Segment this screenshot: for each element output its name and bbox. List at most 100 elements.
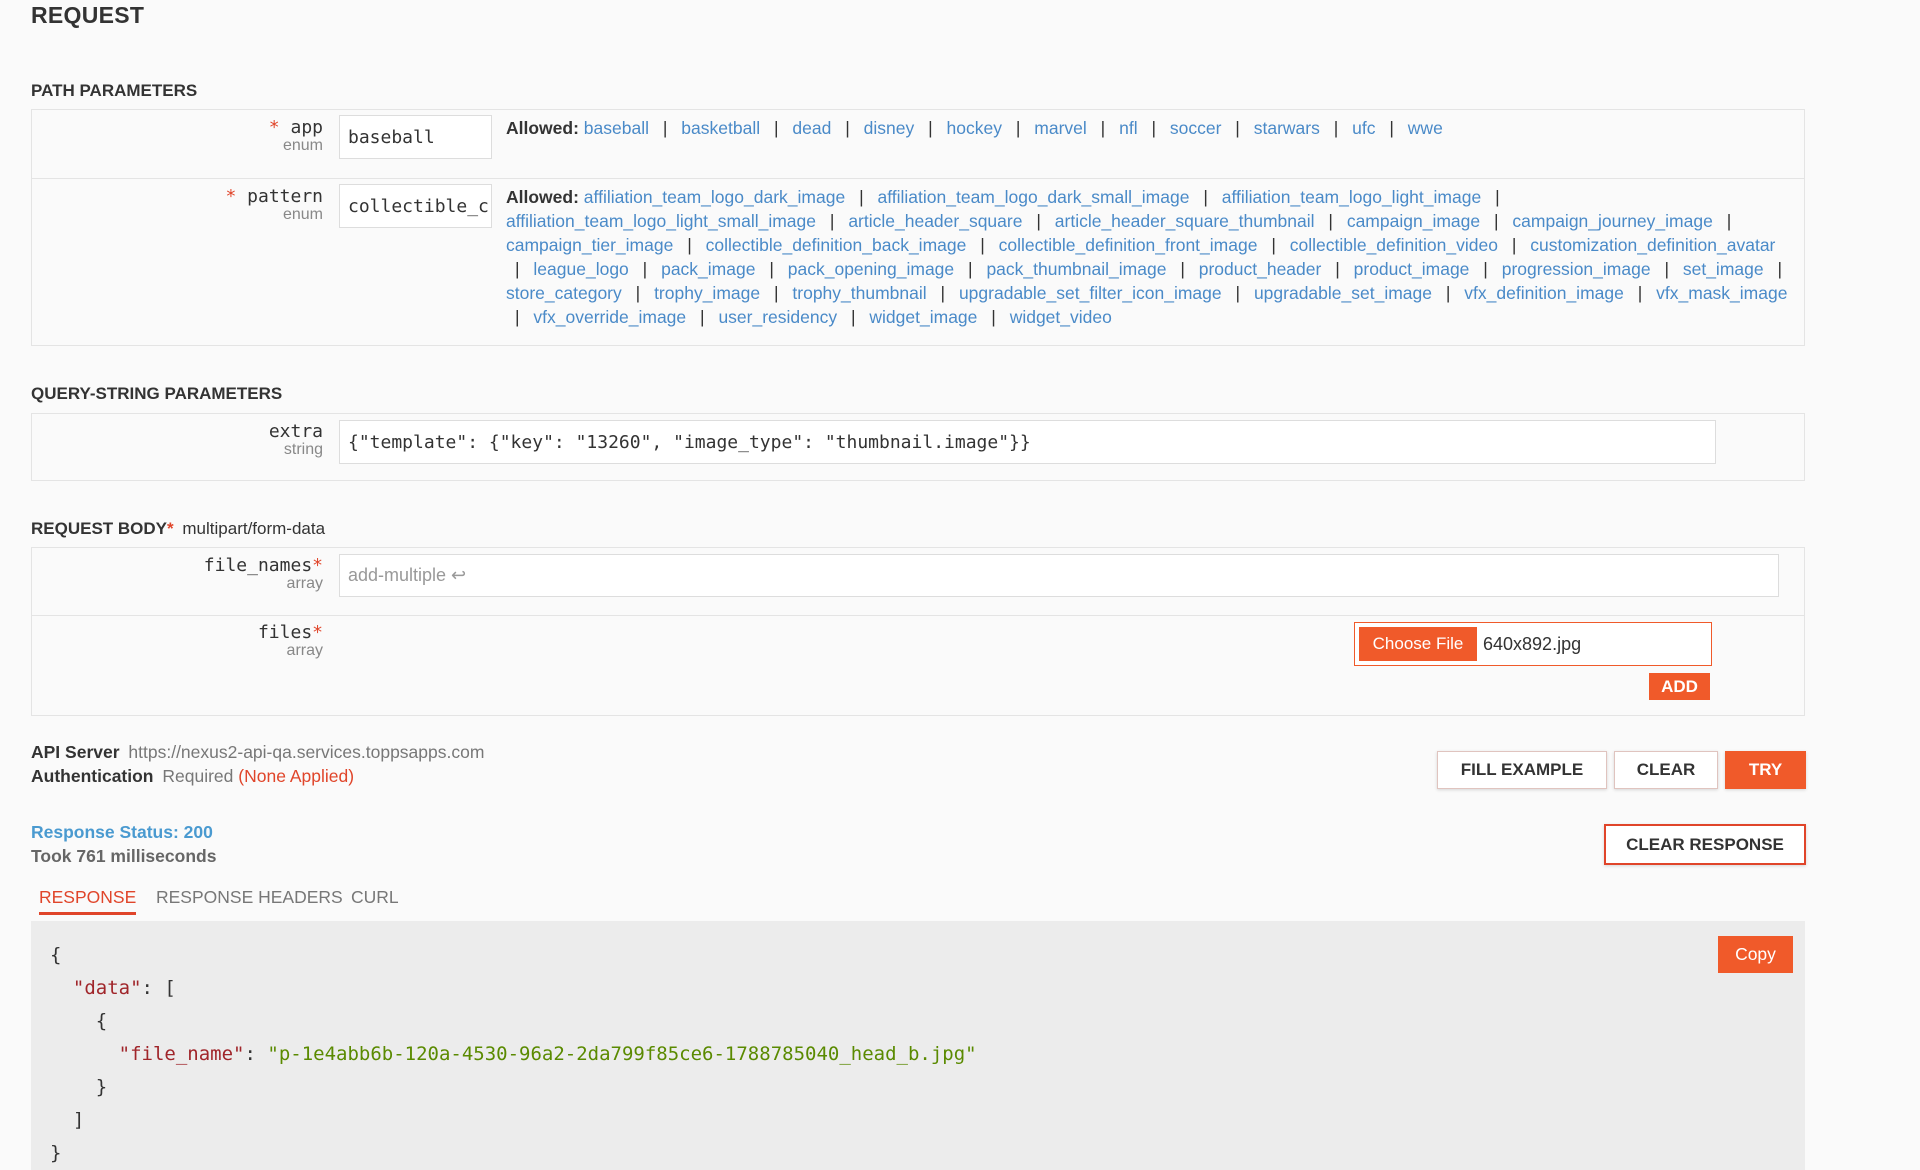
allowed-separator: | (859, 187, 864, 207)
allowed-value-link[interactable]: vfx_override_image (533, 307, 686, 327)
allowed-value-link[interactable]: collectible_definition_video (1290, 235, 1498, 255)
allowed-separator: | (1777, 259, 1783, 279)
allowed-value-link[interactable]: disney (864, 118, 915, 138)
allowed-value-link[interactable]: user_residency (718, 307, 837, 327)
param-type-extra: string (283, 441, 323, 458)
tab-response-headers[interactable]: RESPONSE HEADERS (156, 887, 343, 908)
allowed-separator: | (1015, 118, 1021, 138)
allowed-value-link[interactable]: trophy_image (654, 283, 760, 303)
allowed-value-link[interactable]: campaign_journey_image (1512, 211, 1712, 231)
allowed-value-link[interactable]: pack_opening_image (788, 259, 954, 279)
query-parameters-heading: QUERY-STRING PARAMETERS (31, 384, 283, 403)
allowed-value-link[interactable]: dead (792, 118, 831, 138)
allowed-value-link[interactable]: affiliation_team_logo_dark_small_image (877, 187, 1189, 207)
allowed-value-link[interactable]: product_image (1354, 259, 1470, 279)
body-row-files: files* array Choose File 640x892.jpg ADD (32, 615, 1804, 718)
allowed-value-link[interactable]: league_logo (533, 259, 628, 279)
allowed-value-link[interactable]: collectible_definition_front_image (999, 235, 1258, 255)
allowed-separator: | (1203, 187, 1208, 207)
param-type-files: array (286, 642, 323, 659)
try-button[interactable]: TRY (1725, 751, 1806, 789)
response-body: { "data": [ { "file_name": "p-1e4abb6b-1… (31, 921, 1805, 1170)
param-row-app: * app enum baseball Allowed: baseball | … (32, 110, 1804, 178)
allowed-separator: | (1664, 259, 1669, 279)
fill-example-button[interactable]: FILL EXAMPLE (1437, 751, 1607, 789)
allowed-separator: | (850, 307, 856, 327)
param-type-app: enum (282, 137, 323, 154)
file-names-input[interactable]: add-multiple ↩ (339, 554, 1779, 597)
allowed-value-link[interactable]: campaign_tier_image (506, 235, 673, 255)
extra-input[interactable]: {"template": {"key": "13260", "image_typ… (339, 420, 1716, 464)
allowed-separator: | (687, 235, 692, 255)
allowed-value-link[interactable]: nfl (1119, 118, 1137, 138)
allowed-value-link[interactable]: product_header (1199, 259, 1322, 279)
allowed-value-link[interactable]: store_category (506, 283, 622, 303)
allowed-separator: | (1180, 259, 1185, 279)
allowed-value-link[interactable]: widget_video (1010, 307, 1112, 327)
tab-response[interactable]: RESPONSE (39, 887, 137, 915)
body-row-file-names: file_names* array add-multiple ↩ (32, 548, 1804, 615)
param-name-app: * app (268, 117, 323, 138)
allowed-value-link[interactable]: collectible_definition_back_image (706, 235, 967, 255)
pattern-select[interactable]: collectible_c (339, 184, 492, 228)
add-file-button[interactable]: ADD (1649, 673, 1710, 700)
response-status: Response Status: 200 (31, 822, 213, 842)
allowed-value-link[interactable]: marvel (1034, 118, 1087, 138)
allowed-value-link[interactable]: trophy_thumbnail (792, 283, 926, 303)
copy-button[interactable]: Copy (1718, 936, 1793, 973)
path-parameters-panel: * app enum baseball Allowed: baseball | … (31, 109, 1805, 346)
allowed-separator: | (1151, 118, 1156, 138)
json-key-file-name: "file_name" (118, 1043, 245, 1065)
allowed-separator: | (635, 283, 641, 303)
allowed-value-link[interactable]: pack_image (661, 259, 755, 279)
allowed-value-link[interactable]: upgradable_set_image (1254, 283, 1432, 303)
allowed-value-link[interactable]: progression_image (1502, 259, 1651, 279)
allowed-separator: | (845, 118, 850, 138)
allowed-value-link[interactable]: affiliation_team_logo_light_image (1222, 187, 1481, 207)
allowed-separator: | (700, 307, 705, 327)
allowed-value-link[interactable]: affiliation_team_logo_light_small_image (506, 211, 816, 231)
allowed-separator: | (1235, 283, 1241, 303)
allowed-separator: | (1493, 211, 1499, 231)
allowed-separator: | (1036, 211, 1041, 231)
allowed-value-link[interactable]: pack_thumbnail_image (986, 259, 1166, 279)
allowed-value-link[interactable]: vfx_mask_image (1656, 283, 1787, 303)
app-select[interactable]: baseball (339, 115, 492, 159)
allowed-separator: | (1511, 235, 1517, 255)
allowed-value-link[interactable]: customization_definition_avatar (1530, 235, 1775, 255)
allowed-value-link[interactable]: basketball (681, 118, 760, 138)
param-name-file-names: file_names* (203, 555, 323, 576)
allowed-value-link[interactable]: vfx_definition_image (1464, 283, 1624, 303)
choose-file-button[interactable]: Choose File (1359, 627, 1477, 661)
allowed-separator: | (1235, 118, 1240, 138)
allowed-value-link[interactable]: baseball (584, 118, 649, 138)
clear-button[interactable]: CLEAR (1614, 751, 1718, 789)
api-server-url: https://nexus2-api-qa.services.toppsapps… (128, 742, 485, 762)
allowed-value-link[interactable]: hockey (947, 118, 1002, 138)
allowed-value-link[interactable]: soccer (1170, 118, 1222, 138)
allowed-separator: | (642, 259, 648, 279)
allowed-separator: | (1333, 118, 1339, 138)
allowed-value-link[interactable]: ufc (1352, 118, 1375, 138)
query-parameters-panel: extra string {"template": {"key": "13260… (31, 413, 1805, 481)
allowed-separator: | (1483, 259, 1488, 279)
allowed-value-link[interactable]: campaign_image (1347, 211, 1480, 231)
allowed-separator: | (769, 259, 774, 279)
allowed-separator: | (991, 307, 996, 327)
clear-response-button[interactable]: CLEAR RESPONSE (1604, 824, 1806, 865)
allowed-value-link[interactable]: upgradable_set_filter_icon_image (959, 283, 1222, 303)
allowed-value-link[interactable]: widget_image (869, 307, 977, 327)
allowed-value-link[interactable]: affiliation_team_logo_dark_image (584, 187, 845, 207)
tab-curl[interactable]: CURL (351, 887, 399, 908)
allowed-value-link[interactable]: wwe (1408, 118, 1443, 138)
request-body-heading: REQUEST BODY* multipart/form-data (31, 519, 326, 538)
param-type-file-names: array (286, 575, 323, 592)
chosen-file-name: 640x892.jpg (1483, 634, 1582, 654)
allowed-value-link[interactable]: article_header_square (848, 211, 1022, 231)
response-json: { "data": [ { "file_name": "p-1e4abb6b-1… (50, 944, 977, 1164)
file-picker: Choose File 640x892.jpg (1354, 622, 1712, 666)
allowed-separator: | (662, 118, 668, 138)
allowed-value-link[interactable]: starwars (1254, 118, 1320, 138)
allowed-value-link[interactable]: set_image (1683, 259, 1764, 279)
allowed-value-link[interactable]: article_header_square_thumbnail (1055, 211, 1315, 231)
